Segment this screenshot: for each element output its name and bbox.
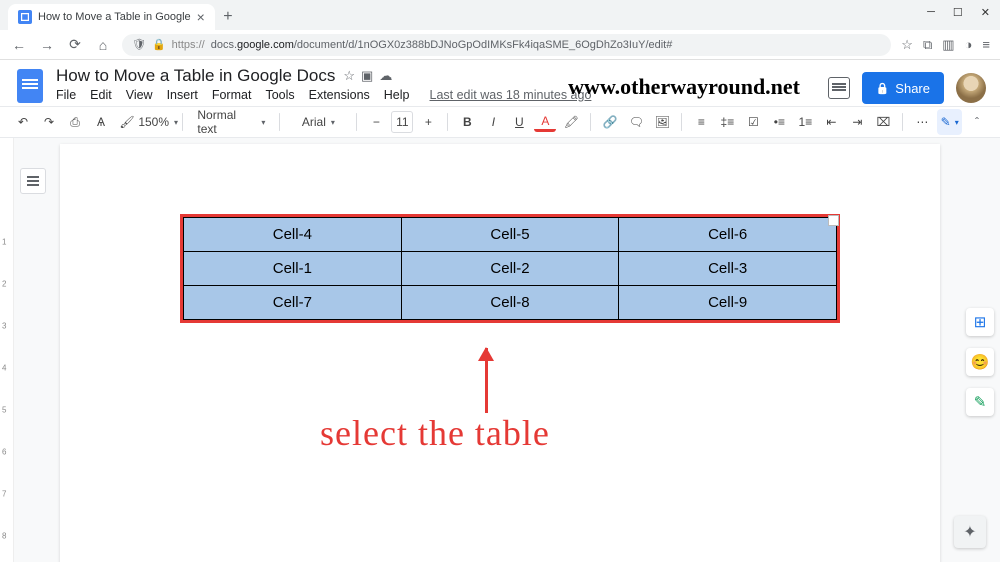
docs-favicon xyxy=(18,10,32,24)
avatar[interactable] xyxy=(956,73,986,103)
menu-extensions[interactable]: Extensions xyxy=(309,88,370,102)
italic-icon[interactable]: I xyxy=(482,111,504,133)
menu-format[interactable]: Format xyxy=(212,88,252,102)
undo-icon[interactable]: ↶ xyxy=(12,111,34,133)
clear-format-icon[interactable]: ⌧ xyxy=(872,111,894,133)
comments-icon[interactable] xyxy=(828,77,850,99)
profile-icon[interactable]: ◑ xyxy=(965,37,973,53)
annotation-arrow xyxy=(485,348,488,413)
url-field[interactable]: 🛡 🔒 https:// docs.google.com/document/d/1… xyxy=(122,34,891,56)
minimize-icon[interactable]: ─ xyxy=(927,6,935,19)
line-spacing-icon[interactable]: ‡≡ xyxy=(716,111,738,133)
link-icon[interactable]: 🔗 xyxy=(599,111,621,133)
table-cell[interactable]: Cell-9 xyxy=(619,286,837,320)
table-cell[interactable]: Cell-3 xyxy=(619,252,837,286)
bookmark-icon[interactable]: ☆ xyxy=(901,37,913,53)
suggest-button[interactable]: ✎ xyxy=(966,388,994,416)
close-window-icon[interactable]: ✕ xyxy=(981,6,990,19)
zoom-select[interactable]: 150% xyxy=(142,111,174,133)
outline-button[interactable] xyxy=(20,168,46,194)
comment-icon[interactable]: 🗨 xyxy=(625,111,647,133)
print-icon[interactable]: ⎙ xyxy=(64,111,86,133)
toolbar: ↶ ↷ ⎙ Ѧ 🖌 150% Normal text Arial − 11 + … xyxy=(0,106,1000,138)
align-icon[interactable]: ≡ xyxy=(690,111,712,133)
table-cell[interactable]: Cell-5 xyxy=(401,218,619,252)
url-protocol: https:// xyxy=(172,39,205,51)
underline-icon[interactable]: U xyxy=(508,111,530,133)
table-cell[interactable]: Cell-8 xyxy=(401,286,619,320)
document-title[interactable]: How to Move a Table in Google Docs xyxy=(56,66,335,86)
dec-font-icon[interactable]: − xyxy=(365,111,387,133)
spellcheck-icon[interactable]: Ѧ xyxy=(90,111,112,133)
docs-logo[interactable] xyxy=(14,66,46,106)
side-tools: ⊞ 😊 ✎ xyxy=(966,308,994,416)
document-page[interactable]: Cell-4Cell-5Cell-6Cell-1Cell-2Cell-3Cell… xyxy=(60,144,940,562)
more-icon[interactable]: ⋯ xyxy=(911,111,933,133)
annotation-text: select the table xyxy=(320,412,550,454)
menu-view[interactable]: View xyxy=(126,88,153,102)
editing-mode-button[interactable]: ✎ xyxy=(937,109,962,135)
canvas-area: 12345678 Cell-4Cell-5Cell-6 Cell-1Cell-2C… xyxy=(0,138,1000,562)
new-tab-button[interactable]: + xyxy=(215,4,241,30)
forward-icon[interactable]: → xyxy=(38,36,56,54)
checklist-icon[interactable]: ☑ xyxy=(742,111,764,133)
inc-indent-icon[interactable]: ⇥ xyxy=(846,111,868,133)
last-edit-info[interactable]: Last edit was 18 minutes ago xyxy=(430,88,592,102)
docs-header: How to Move a Table in Google Docs ☆ ▣ ☁… xyxy=(0,60,1000,106)
move-icon[interactable]: ▣ xyxy=(361,68,373,84)
dec-indent-icon[interactable]: ⇤ xyxy=(820,111,842,133)
table-cell[interactable]: Cell-7 xyxy=(184,286,402,320)
browser-tab[interactable]: How to Move a Table in Google × xyxy=(8,4,215,30)
star-icon[interactable]: ☆ xyxy=(343,68,355,84)
explore-button[interactable]: ✦ xyxy=(954,516,986,548)
table-cell[interactable]: Cell-6 xyxy=(619,218,837,252)
collapse-toolbar-icon[interactable]: ˆ xyxy=(966,111,988,133)
lock-icon: 🔒 xyxy=(152,38,166,51)
vertical-ruler[interactable]: 12345678 xyxy=(0,138,14,562)
table-handle[interactable] xyxy=(828,215,839,226)
browser-tab-strip: How to Move a Table in Google × + ─ ☐ ✕ xyxy=(0,0,1000,30)
menu-icon[interactable]: ≡ xyxy=(982,37,990,53)
selected-table[interactable]: Cell-4Cell-5Cell-6Cell-1Cell-2Cell-3Cell… xyxy=(180,214,840,323)
menu-help[interactable]: Help xyxy=(384,88,410,102)
number-list-icon[interactable]: 1≡ xyxy=(794,111,816,133)
table-cell[interactable]: Cell-2 xyxy=(401,252,619,286)
window-controls: ─ ☐ ✕ xyxy=(927,6,990,19)
emoji-button[interactable]: 😊 xyxy=(966,348,994,376)
add-comment-button[interactable]: ⊞ xyxy=(966,308,994,336)
highlight-icon[interactable]: 🖍 xyxy=(560,111,582,133)
tab-title: How to Move a Table in Google xyxy=(38,11,191,23)
style-select[interactable]: Normal text xyxy=(191,111,271,133)
back-icon[interactable]: ← xyxy=(10,36,28,54)
reload-icon[interactable]: ⟳ xyxy=(66,36,84,54)
close-tab-icon[interactable]: × xyxy=(197,9,205,25)
text-color-icon[interactable]: A xyxy=(534,112,556,132)
share-button[interactable]: Share xyxy=(862,72,944,104)
extension-icon[interactable]: ⧉ xyxy=(923,37,932,53)
menu-tools[interactable]: Tools xyxy=(265,88,294,102)
inc-font-icon[interactable]: + xyxy=(417,111,439,133)
home-icon[interactable]: ⌂ xyxy=(94,36,112,54)
font-size-input[interactable]: 11 xyxy=(391,111,413,133)
address-bar: ← → ⟳ ⌂ 🛡 🔒 https:// docs.google.com/docu… xyxy=(0,30,1000,60)
cloud-icon[interactable]: ☁ xyxy=(379,68,392,84)
maximize-icon[interactable]: ☐ xyxy=(953,6,963,19)
url-host: docs.google.com/document/d/1nOGX0z388bDJ… xyxy=(211,39,673,51)
bold-icon[interactable]: B xyxy=(456,111,478,133)
paint-icon[interactable]: 🖌 xyxy=(116,111,138,133)
watermark-text: www.otherwayround.net xyxy=(568,74,800,100)
menu-insert[interactable]: Insert xyxy=(167,88,198,102)
font-select[interactable]: Arial xyxy=(288,111,348,133)
menu-edit[interactable]: Edit xyxy=(90,88,112,102)
redo-icon[interactable]: ↷ xyxy=(38,111,60,133)
table-cell[interactable]: Cell-4 xyxy=(184,218,402,252)
bullet-list-icon[interactable]: •≡ xyxy=(768,111,790,133)
menu-file[interactable]: File xyxy=(56,88,76,102)
extension2-icon[interactable]: ▥ xyxy=(942,37,954,53)
table-cell[interactable]: Cell-1 xyxy=(184,252,402,286)
shield-icon: 🛡 xyxy=(132,38,146,51)
image-icon[interactable]: 🖼 xyxy=(651,111,673,133)
